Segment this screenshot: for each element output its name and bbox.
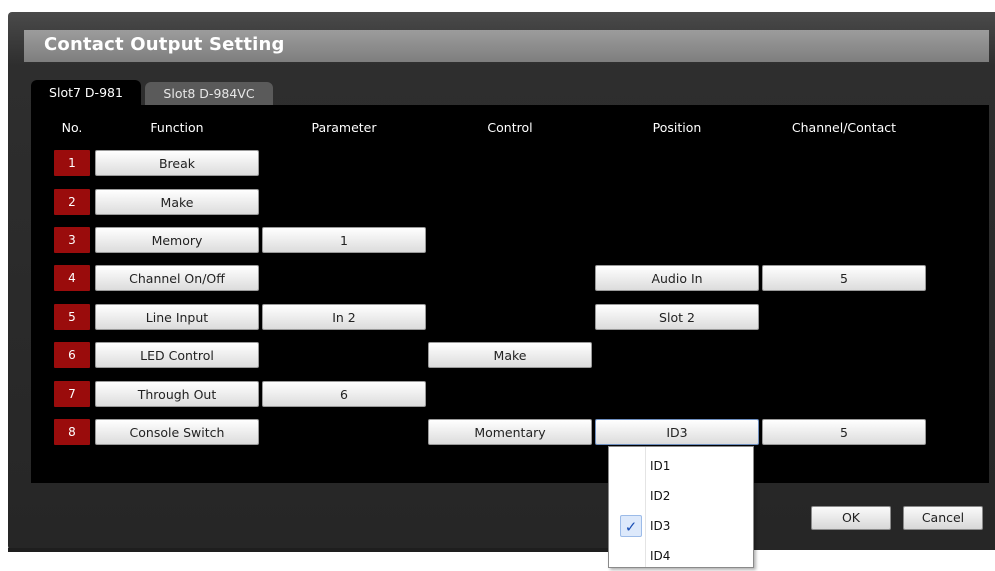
position-dropdown-menu: ID1 ID2 ✓ ID3 ID4 bbox=[608, 446, 754, 568]
row-number-badge: 5 bbox=[54, 304, 90, 330]
dropdown-item-label: ID3 bbox=[650, 519, 671, 533]
column-header-parameter: Parameter bbox=[311, 120, 377, 135]
row-number-badge: 4 bbox=[54, 265, 90, 291]
dialog-title: Contact Output Setting bbox=[44, 34, 285, 55]
parameter-button[interactable]: 6 bbox=[262, 381, 426, 407]
row-number-badge: 1 bbox=[54, 150, 90, 176]
dropdown-item-id4[interactable]: ID4 bbox=[610, 541, 752, 571]
dialog-title-bar: Contact Output Setting bbox=[24, 30, 989, 62]
ok-button[interactable]: OK bbox=[811, 506, 891, 530]
row-number-badge: 3 bbox=[54, 227, 90, 253]
row-number-badge: 2 bbox=[54, 189, 90, 215]
checkmark-icon: ✓ bbox=[620, 515, 642, 537]
dialog-bottom-edge bbox=[8, 548, 608, 552]
position-dropdown-button[interactable]: ID3 bbox=[595, 419, 759, 445]
position-button[interactable]: Slot 2 bbox=[595, 304, 759, 330]
dropdown-item-label: ID1 bbox=[650, 459, 671, 473]
parameter-button[interactable]: 1 bbox=[262, 227, 426, 253]
function-button[interactable]: Break bbox=[95, 150, 259, 176]
control-button[interactable]: Make bbox=[428, 342, 592, 368]
dropdown-item-id2[interactable]: ID2 bbox=[610, 481, 752, 511]
column-header-control: Control bbox=[487, 120, 533, 135]
function-button[interactable]: Line Input bbox=[95, 304, 259, 330]
dropdown-item-id3[interactable]: ✓ ID3 bbox=[610, 511, 752, 541]
dropdown-item-id1[interactable]: ID1 bbox=[610, 451, 752, 481]
row-number-badge: 7 bbox=[54, 381, 90, 407]
column-header-no: No. bbox=[61, 120, 83, 135]
row-number-badge: 6 bbox=[54, 342, 90, 368]
control-button[interactable]: Momentary bbox=[428, 419, 592, 445]
channel-contact-button[interactable]: 5 bbox=[762, 419, 926, 445]
parameter-button[interactable]: In 2 bbox=[262, 304, 426, 330]
channel-contact-button[interactable]: 5 bbox=[762, 265, 926, 291]
dropdown-item-label: ID2 bbox=[650, 489, 671, 503]
function-button[interactable]: Memory bbox=[95, 227, 259, 253]
row-number-badge: 8 bbox=[54, 419, 90, 445]
column-header-channel-contact: Channel/Contact bbox=[791, 120, 897, 135]
function-button[interactable]: Make bbox=[95, 189, 259, 215]
column-header-function: Function bbox=[150, 120, 204, 135]
cancel-button[interactable]: Cancel bbox=[903, 506, 983, 530]
column-header-position: Position bbox=[652, 120, 702, 135]
dropdown-item-label: ID4 bbox=[650, 549, 671, 563]
position-button[interactable]: Audio In bbox=[595, 265, 759, 291]
tab-slot7[interactable]: Slot7 D-981 bbox=[31, 80, 141, 106]
function-button[interactable]: Console Switch bbox=[95, 419, 259, 445]
function-button[interactable]: Channel On/Off bbox=[95, 265, 259, 291]
function-button[interactable]: LED Control bbox=[95, 342, 259, 368]
function-button[interactable]: Through Out bbox=[95, 381, 259, 407]
tab-slot8[interactable]: Slot8 D-984VC bbox=[145, 82, 273, 106]
